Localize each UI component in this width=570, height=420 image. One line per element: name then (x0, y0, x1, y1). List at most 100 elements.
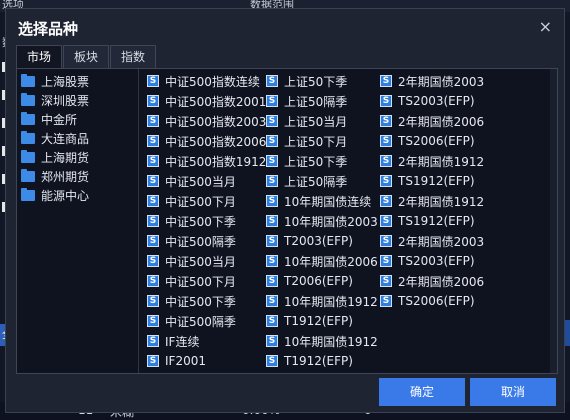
symbol-list-item[interactable]: S 2年期国债1912 (380, 192, 484, 210)
symbol-icon: S (147, 95, 159, 107)
symbol-list-item[interactable]: S 中证500下月 (147, 192, 236, 210)
symbol-list-item[interactable]: S 上证50下月 (266, 132, 347, 150)
symbol-icon: S (380, 95, 392, 107)
symbol-list-item[interactable]: S TS1912(EFP) (380, 172, 475, 190)
symbol-list-item[interactable]: S 上证50当月 (266, 112, 347, 130)
symbol-icon: S (380, 295, 392, 307)
symbol-label: 10年期国债连续 (284, 194, 372, 209)
symbol-list-item[interactable]: S 10年期国债1912 (266, 292, 378, 310)
symbol-list-item[interactable]: S 中证500当月 (147, 172, 236, 190)
symbol-label: 2年期国债2003 (398, 74, 485, 89)
symbol-list-item[interactable]: S 中证500隔季 (147, 232, 236, 250)
symbol-list-item[interactable]: S 10年期国债2006 (266, 252, 378, 270)
symbol-label: 上证50隔季 (284, 174, 348, 189)
symbol-icon: S (266, 75, 278, 87)
symbol-icon: S (380, 215, 392, 227)
symbol-list-item[interactable]: S 上证50下季 (266, 152, 347, 170)
folder-icon (21, 149, 35, 163)
symbol-list-item[interactable]: S TS1912(EFP) (380, 212, 475, 230)
symbol-list-item[interactable]: S TS2006(EFP) (380, 132, 475, 150)
symbol-list: S 中证500指数连续 S 中证500指数2001 S 中证500指数2003 S 中证500… (142, 69, 552, 373)
symbol-label: TS2006(EFP) (398, 134, 475, 148)
symbol-list-item[interactable]: S 中证500指数2006 (147, 132, 266, 150)
symbol-list-item[interactable]: S 2年期国债1912 (380, 152, 484, 170)
symbol-list-item[interactable]: S 10年期国债2003 (266, 212, 378, 230)
close-icon[interactable]: × (539, 17, 552, 36)
symbol-list-item[interactable]: S 10年期国债1912 (266, 332, 378, 350)
symbol-list-item[interactable]: S 2年期国债2003 (380, 232, 484, 250)
symbol-label: 中证500指数2001 (165, 94, 267, 109)
confirm-button[interactable]: 确定 (379, 378, 465, 406)
symbol-list-item[interactable]: S 中证500下季 (147, 292, 236, 310)
symbol-label: 中证500下季 (165, 214, 236, 229)
symbol-icon: S (266, 135, 278, 147)
folder-icon (21, 130, 35, 144)
symbol-list-item[interactable]: S 中证500下季 (147, 212, 236, 230)
tab-bar: 市场 板块 指数 (16, 45, 157, 69)
tab-market[interactable]: 市场 (16, 45, 63, 69)
symbol-list-item[interactable]: S 上证50隔季 (266, 172, 347, 190)
market-tree: 上海股票 深圳股票 中金所 大连商品 上海期货 郑州期货 能源中心 (17, 69, 139, 373)
symbol-label: T2003(EFP) (284, 234, 353, 248)
symbol-icon: S (266, 235, 278, 247)
symbol-list-item[interactable]: S 2年期国债2006 (380, 272, 484, 290)
list-scrollbar[interactable] (550, 69, 557, 373)
symbol-label: 中证500指数连续 (165, 74, 260, 89)
tree-item-shanghai-futures[interactable]: 上海期货 (21, 148, 89, 166)
tree-item-shenzhen-stocks[interactable]: 深圳股票 (21, 91, 89, 109)
symbol-icon: S (147, 135, 159, 147)
tree-item-shanghai-stocks[interactable]: 上海股票 (21, 72, 89, 90)
symbol-list-item[interactable]: S 上证50隔季 (266, 92, 347, 110)
symbol-list-item[interactable]: S TS2003(EFP) (380, 252, 475, 270)
symbol-icon: S (147, 115, 159, 127)
symbol-icon: S (380, 235, 392, 247)
tab-sector[interactable]: 板块 (63, 45, 110, 69)
symbol-icon: S (380, 75, 392, 87)
cancel-button[interactable]: 取消 (470, 378, 556, 406)
symbol-label: TS2003(EFP) (398, 94, 475, 108)
symbol-icon: S (266, 115, 278, 127)
symbol-label: 中证500下月 (165, 194, 236, 209)
tree-item-energy-center[interactable]: 能源中心 (21, 186, 89, 204)
symbol-list-item[interactable]: S 中证500隔季 (147, 312, 236, 330)
symbol-list-item[interactable]: S TS2006(EFP) (380, 292, 475, 310)
symbol-list-item[interactable]: S T2006(EFP) (266, 272, 353, 290)
symbol-list-item[interactable]: S IF连续 (147, 332, 199, 350)
symbol-label: IF2001 (165, 354, 206, 368)
symbol-list-item[interactable]: S T2003(EFP) (266, 232, 353, 250)
symbol-icon: S (266, 295, 278, 307)
symbol-list-item[interactable]: S 中证500指数1912 (147, 152, 266, 170)
symbol-label: 上证50当月 (284, 114, 348, 129)
symbol-list-item[interactable]: S 中证500下月 (147, 272, 236, 290)
symbol-icon: S (266, 355, 278, 367)
symbol-list-item[interactable]: S 2年期国债2006 (380, 112, 484, 130)
symbol-list-item[interactable]: S T1912(EFP) (266, 352, 353, 370)
symbol-icon: S (147, 315, 159, 327)
symbol-list-item[interactable]: S 中证500当月 (147, 252, 236, 270)
folder-icon (21, 111, 35, 125)
folder-icon (21, 187, 35, 201)
symbol-label: IF连续 (165, 334, 200, 349)
symbol-icon: S (147, 295, 159, 307)
symbol-list-item[interactable]: S 上证50下季 (266, 72, 347, 90)
symbol-icon: S (147, 175, 159, 187)
tab-index[interactable]: 指数 (110, 45, 157, 69)
symbol-label: 2年期国债2003 (398, 234, 485, 249)
symbol-label: 上证50隔季 (284, 94, 348, 109)
symbol-list-item[interactable]: S TS2003(EFP) (380, 92, 475, 110)
symbol-list-item[interactable]: S 中证500指数2003 (147, 112, 266, 130)
symbol-label: 中证500指数1912 (165, 154, 267, 169)
tree-item-dalian-commodity[interactable]: 大连商品 (21, 129, 89, 147)
symbol-icon: S (266, 335, 278, 347)
tree-item-zhengzhou-futures[interactable]: 郑州期货 (21, 167, 89, 185)
symbol-list-item[interactable]: S IF2001 (147, 352, 206, 370)
symbol-list-item[interactable]: S 中证500指数连续 (147, 72, 260, 90)
symbol-label: 2年期国债2006 (398, 274, 485, 289)
symbol-list-item[interactable]: S 10年期国债连续 (266, 192, 371, 210)
symbol-icon: S (147, 75, 159, 87)
symbol-list-item[interactable]: S 2年期国债2003 (380, 72, 484, 90)
symbol-list-item[interactable]: S T1912(EFP) (266, 312, 353, 330)
symbol-label: T1912(EFP) (284, 314, 353, 328)
symbol-list-item[interactable]: S 中证500指数2001 (147, 92, 266, 110)
tree-item-cffex[interactable]: 中金所 (21, 110, 77, 128)
